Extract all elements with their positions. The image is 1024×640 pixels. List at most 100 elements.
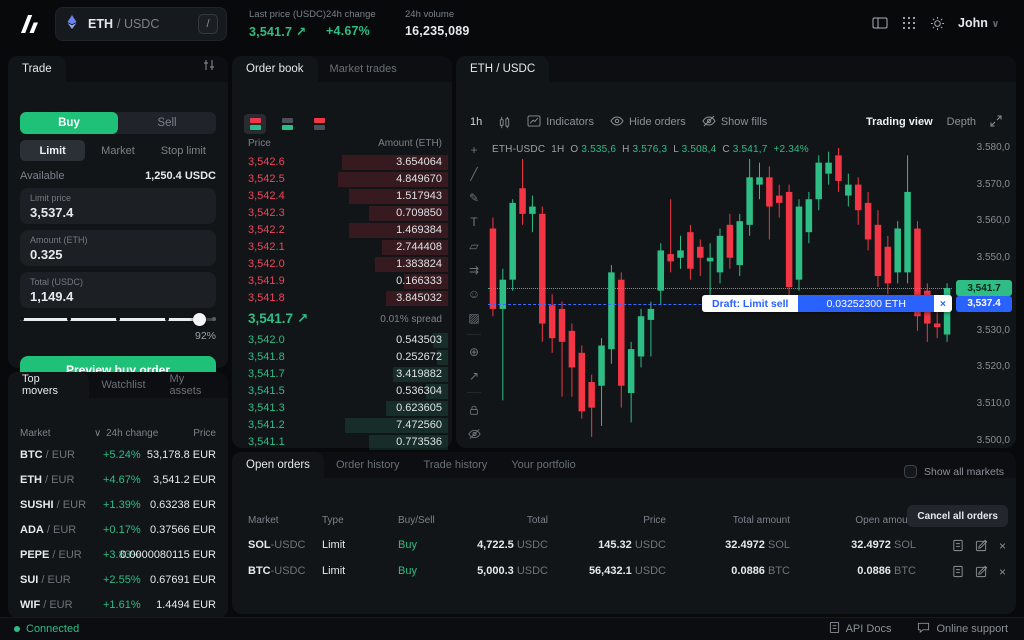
orderbook-row[interactable]: 3,542.3 0.709850 xyxy=(232,205,452,222)
indicators-button[interactable]: Indicators xyxy=(527,115,594,130)
last-price-stat: Last price (USDC) 3,541.7 ↗ xyxy=(249,9,326,39)
tab-open-orders[interactable]: Open orders xyxy=(232,452,324,478)
ruler-icon[interactable]: ▨ xyxy=(466,310,482,325)
tab-eth-usdc-chart[interactable]: ETH / USDC xyxy=(456,56,549,82)
view-trading-view[interactable]: Trading view xyxy=(866,116,933,128)
market-row[interactable]: BTC / EUR +5.24% 53,178.8 EUR xyxy=(8,444,228,469)
market-symbol: ETH / EUR xyxy=(20,474,74,486)
tab-watchlist[interactable]: Watchlist xyxy=(89,372,157,398)
orderbook-row[interactable]: 3,542.6 3.654064 xyxy=(232,154,452,171)
zoom-in-icon[interactable]: ⊕ xyxy=(466,344,482,359)
draft-order-tag[interactable]: Draft: Limit sell 0.03252300 ETH × xyxy=(702,295,952,312)
timeframe-button[interactable]: 1h xyxy=(470,116,482,128)
show-all-markets-toggle[interactable]: Show all markets xyxy=(904,465,1016,478)
crosshair-icon[interactable]: + xyxy=(466,142,482,157)
orderbook-row[interactable]: 3,541.1 0.773536 xyxy=(232,434,452,451)
orderbook-row[interactable]: 3,541.7 3.419882 xyxy=(232,366,452,383)
text-tool-icon[interactable]: T xyxy=(466,214,482,229)
slider-thumb[interactable] xyxy=(193,313,206,326)
theme-sun-icon[interactable] xyxy=(930,16,945,36)
market-symbol: SUI / EUR xyxy=(20,574,71,586)
sell-tab[interactable]: Sell xyxy=(118,112,216,134)
limit-price-field[interactable]: Limit price 3,537.4 xyxy=(20,188,216,224)
orderbook-row[interactable]: 3,542.0 0.543503 xyxy=(232,332,452,349)
book-view-asks-icon[interactable] xyxy=(308,114,330,134)
tab-top-movers[interactable]: Top movers xyxy=(8,372,89,398)
orderbook-row[interactable]: 3,541.9 0.166333 xyxy=(232,273,452,290)
orderbook-row[interactable]: 3,542.0 1.383824 xyxy=(232,256,452,273)
tab-order-book[interactable]: Order book xyxy=(232,56,318,82)
orderbook-row[interactable]: 3,541.3 0.623605 xyxy=(232,400,452,417)
price-tick: 3.530,0 xyxy=(958,325,1010,336)
arrows-icon[interactable]: ⇉ xyxy=(466,262,482,277)
orderbook-row[interactable]: 3,542.4 1.517943 xyxy=(232,188,452,205)
app-logo-icon[interactable] xyxy=(18,14,40,39)
user-menu[interactable]: John ∨ xyxy=(958,16,999,30)
book-view-bids-icon[interactable] xyxy=(276,114,298,134)
view-depth[interactable]: Depth xyxy=(947,116,976,128)
tab-order-history[interactable]: Order history xyxy=(324,452,412,478)
book-view-both-icon[interactable] xyxy=(244,114,266,134)
trend-chart-icon[interactable]: ↗ xyxy=(466,368,482,383)
sort-chevron-icon[interactable]: ∨ xyxy=(94,428,101,439)
market-row[interactable]: ETH / EUR +4.67% 3,541.2 EUR xyxy=(8,469,228,494)
order-cancel-icon[interactable]: × xyxy=(999,565,1006,581)
show-fills-button[interactable]: Show fills xyxy=(702,115,767,130)
order-cancel-icon[interactable]: × xyxy=(999,539,1006,555)
level-price: 3,541.9 xyxy=(248,275,285,287)
draft-close-icon[interactable]: × xyxy=(934,295,952,312)
trade-settings-icon[interactable] xyxy=(202,58,216,76)
order-edit-icon[interactable] xyxy=(975,565,988,581)
orderbook-row[interactable]: 3,542.5 4.849670 xyxy=(232,171,452,188)
hide-orders-button[interactable]: Hide orders xyxy=(610,115,686,130)
order-type-limit[interactable]: Limit xyxy=(20,140,85,161)
lock-icon[interactable] xyxy=(466,402,482,417)
tab-my-assets[interactable]: My assets xyxy=(158,372,228,398)
order-details-icon[interactable] xyxy=(952,565,964,581)
checkbox-icon[interactable] xyxy=(904,465,917,478)
online-support-link[interactable]: Online support xyxy=(917,621,1008,637)
eye-off-icon[interactable] xyxy=(466,426,482,441)
market-row[interactable]: WIF / EUR +1.61% 1.4494 EUR xyxy=(8,594,228,619)
total-field[interactable]: Total (USDC) 1,149.4 xyxy=(20,272,216,308)
amount-field[interactable]: Amount (ETH) 0.325 xyxy=(20,230,216,266)
orderbook-row[interactable]: 3,541.8 0.252672 xyxy=(232,349,452,366)
order-open-amount: 0.0886 BTC xyxy=(857,565,916,577)
apps-grid-icon[interactable] xyxy=(902,16,916,35)
level-amount: 1.517943 xyxy=(396,190,442,202)
order-type-market[interactable]: Market xyxy=(85,140,150,161)
market-change: +1.39% xyxy=(103,499,141,511)
order-market: SOL-USDC xyxy=(248,539,305,551)
layout-panel-icon[interactable] xyxy=(872,16,888,35)
buy-tab[interactable]: Buy xyxy=(20,112,118,134)
tab-your-portfolio[interactable]: Your portfolio xyxy=(499,452,587,478)
eth-icon xyxy=(64,14,80,35)
tab-trade-history[interactable]: Trade history xyxy=(412,452,500,478)
brush-icon[interactable]: ✎ xyxy=(466,190,482,205)
amount-slider[interactable] xyxy=(20,312,216,326)
orderbook-row[interactable]: 3,542.1 2.744408 xyxy=(232,239,452,256)
orderbook-row[interactable]: 3,541.2 7.472560 xyxy=(232,417,452,434)
shape-icon[interactable]: ▱ xyxy=(466,238,482,253)
orderbook-row[interactable]: 3,541.8 3.845032 xyxy=(232,290,452,307)
col-24h-change[interactable]: 24h change xyxy=(106,428,158,439)
market-pair-selector[interactable]: ETH / USDC / xyxy=(55,7,227,41)
orderbook-row[interactable]: 3,541.5 0.536304 xyxy=(232,383,452,400)
market-row[interactable]: PEPE / EUR +3.83% 0.0000080115 EUR xyxy=(8,544,228,569)
market-row[interactable]: ADA / EUR +0.17% 0.37566 EUR xyxy=(8,519,228,544)
emoji-icon[interactable]: ☺ xyxy=(466,286,482,301)
tab-trade[interactable]: Trade xyxy=(8,56,66,82)
cancel-all-orders-button[interactable]: Cancel all orders xyxy=(907,505,1008,527)
order-edit-icon[interactable] xyxy=(975,539,988,555)
market-row[interactable]: SUI / EUR +2.55% 0.67691 EUR xyxy=(8,569,228,594)
market-row[interactable]: SUSHI / EUR +1.39% 0.63238 EUR xyxy=(8,494,228,519)
document-icon xyxy=(829,621,840,637)
orderbook-row[interactable]: 3,542.2 1.469384 xyxy=(232,222,452,239)
order-type-stop-limit[interactable]: Stop limit xyxy=(151,140,216,161)
expand-icon[interactable] xyxy=(990,115,1002,130)
trendline-icon[interactable]: ╱ xyxy=(466,166,482,181)
order-details-icon[interactable] xyxy=(952,539,964,555)
candle-style-icon[interactable] xyxy=(498,116,511,129)
api-docs-link[interactable]: API Docs xyxy=(829,621,892,637)
tab-market-trades[interactable]: Market trades xyxy=(318,56,409,82)
